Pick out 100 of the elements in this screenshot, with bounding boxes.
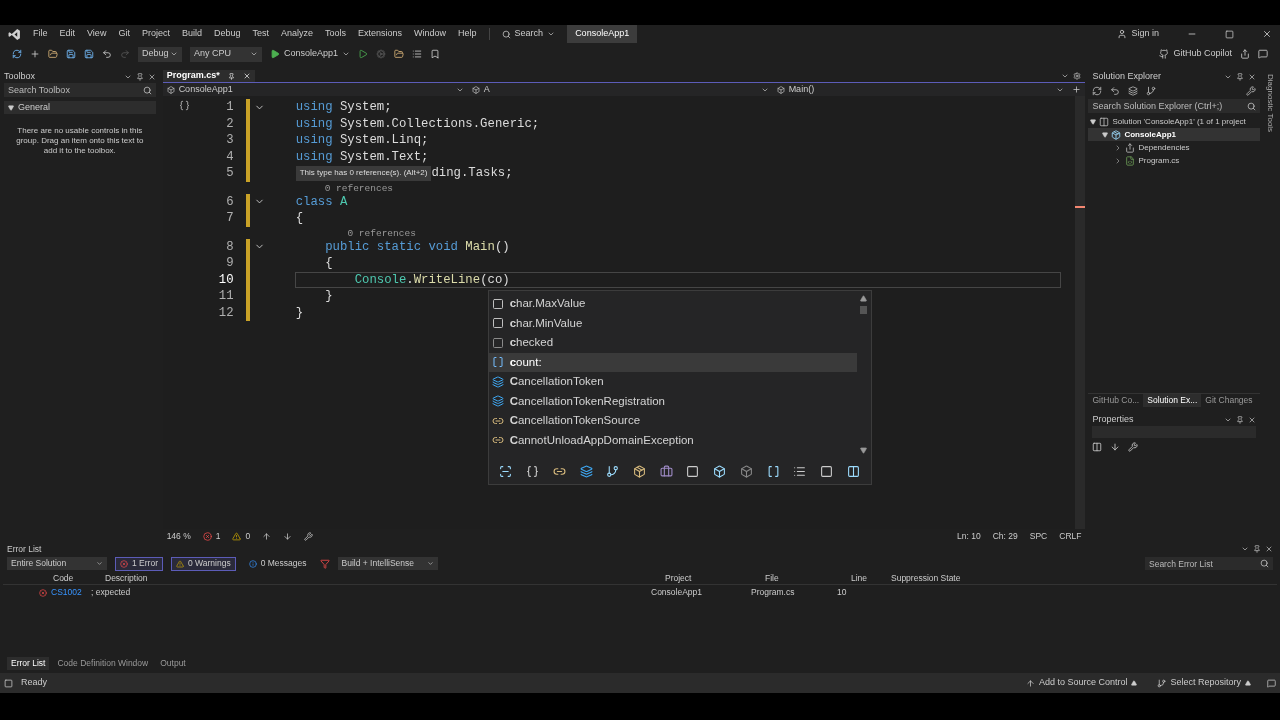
menu-item[interactable]: Window — [414, 27, 447, 41]
completion-item[interactable]: CannotUnloadAppDomainException — [488, 430, 857, 450]
search-icon[interactable] — [1247, 101, 1257, 111]
column-header[interactable]: Code — [53, 572, 105, 585]
scroll-down-icon[interactable] — [860, 447, 868, 454]
settings-icon[interactable] — [1073, 72, 1082, 80]
bookmark-icon[interactable] — [430, 49, 441, 59]
completion-item[interactable]: checked — [488, 333, 857, 353]
whitespace-mode[interactable]: SPC — [1029, 529, 1048, 543]
completion-item[interactable]: CancellationToken — [488, 372, 857, 392]
side-tab[interactable]: Diagnostic Tools — [1264, 74, 1276, 136]
properties-icon[interactable] — [1246, 86, 1257, 96]
source-dropdown[interactable]: Build + IntelliSense — [337, 557, 438, 570]
completion-item[interactable]: CancellationTokenRegistration — [488, 391, 857, 411]
toolbox-group[interactable]: General — [4, 101, 156, 114]
cleanup-icon[interactable] — [304, 531, 314, 541]
save-all-icon[interactable] — [84, 49, 94, 59]
menu-item[interactable]: Test — [252, 27, 269, 41]
panel-tab[interactable]: Error List — [7, 657, 50, 670]
column-header[interactable]: Suppression State — [891, 572, 1277, 585]
property-pages-icon[interactable] — [1128, 442, 1139, 452]
search-button[interactable]: Search — [501, 27, 556, 41]
history-icon[interactable] — [1110, 86, 1121, 96]
briefcase-filter-icon[interactable] — [659, 464, 673, 478]
menu-item[interactable]: Extensions — [358, 27, 403, 41]
search-icon[interactable] — [1260, 559, 1269, 568]
filter-toggle[interactable]: 0 Warnings — [171, 556, 236, 571]
completion-item[interactable]: char.MinValue — [488, 313, 857, 333]
share-icon[interactable] — [1240, 49, 1250, 59]
error-code-link[interactable]: CS1002 — [51, 586, 82, 599]
module-filter-icon[interactable] — [739, 464, 753, 478]
close-icon[interactable] — [1248, 72, 1257, 81]
namespace-filter-icon[interactable] — [526, 464, 540, 478]
panel-tab[interactable]: Solution Ex... — [1143, 394, 1202, 407]
open-folder-icon[interactable] — [48, 49, 58, 59]
expanded-arrow-icon[interactable] — [1102, 131, 1109, 138]
close-icon[interactable] — [1248, 415, 1257, 424]
snippet-filter-icon[interactable] — [499, 464, 513, 478]
categorized-icon[interactable] — [1092, 442, 1103, 452]
panel-tab[interactable]: Git Changes — [1201, 394, 1257, 407]
tree-item[interactable]: Dependencies — [1088, 141, 1261, 154]
parameter-filter-icon[interactable] — [766, 464, 780, 478]
connector-filter-icon[interactable] — [606, 464, 620, 478]
target-filter-icon[interactable] — [846, 464, 860, 478]
scope-dropdown[interactable]: Entire Solution — [7, 557, 107, 570]
menu-item[interactable]: Edit — [59, 27, 76, 41]
notifications-icon[interactable] — [1267, 678, 1276, 688]
new-item-icon[interactable] — [30, 49, 40, 59]
field-filter-icon[interactable] — [686, 464, 700, 478]
collapse-all-icon[interactable] — [1128, 86, 1139, 96]
repository-button[interactable]: Select Repository — [1157, 676, 1251, 690]
configuration-dropdown[interactable]: Debug — [138, 46, 182, 62]
tree-item[interactable]: Solution 'ConsoleApp1' (1 of 1 project — [1088, 115, 1261, 128]
completion-item[interactable]: count: — [488, 352, 857, 372]
close-icon[interactable] — [242, 72, 251, 80]
pin-icon[interactable] — [1236, 415, 1245, 424]
close-icon[interactable] — [147, 72, 156, 81]
menu-item[interactable]: Debug — [213, 27, 241, 41]
panel-tab[interactable]: Code Definition Window — [53, 657, 153, 670]
column-header[interactable]: Project — [665, 572, 765, 585]
undo-icon[interactable] — [102, 49, 112, 59]
search-icon[interactable] — [142, 85, 152, 95]
completion-item[interactable]: CancellationTokenSource — [488, 411, 857, 431]
codelens-text[interactable]: 0 references — [324, 181, 394, 194]
copilot-button[interactable]: GitHub Copilot — [1159, 47, 1232, 61]
expanded-arrow-icon[interactable] — [1090, 118, 1097, 125]
list-filter-icon[interactable] — [793, 464, 807, 478]
menu-item[interactable]: Help — [458, 27, 477, 41]
column-header[interactable]: Line — [851, 572, 891, 585]
start-without-debugging-icon[interactable] — [358, 49, 369, 59]
menu-item[interactable]: Build — [181, 27, 202, 41]
menu-item[interactable]: Git — [118, 27, 130, 41]
feedback-icon[interactable] — [1258, 49, 1268, 59]
panel-tab[interactable]: GitHub Co... — [1088, 394, 1144, 407]
sort-icon[interactable] — [1110, 442, 1121, 452]
tree-item[interactable]: ConsoleApp1 — [1088, 128, 1261, 141]
completion-item[interactable]: char.MaxValue — [488, 294, 857, 314]
folder-icon[interactable] — [394, 49, 405, 59]
source-control-button[interactable]: Add to Source Control — [1025, 676, 1138, 690]
package-filter-icon[interactable] — [633, 464, 646, 478]
line-ending[interactable]: CRLF — [1059, 529, 1082, 543]
scroll-up-icon[interactable] — [860, 295, 868, 302]
sign-in-button[interactable]: Sign in — [1117, 27, 1159, 41]
split-icon[interactable] — [1072, 85, 1082, 94]
cube-filter-icon[interactable] — [713, 464, 727, 478]
pin-icon[interactable] — [1253, 545, 1261, 553]
scrollbar-thumb[interactable] — [860, 306, 868, 314]
next-icon[interactable] — [283, 531, 293, 541]
previous-icon[interactable] — [262, 531, 272, 541]
warning-count[interactable]: 0 — [232, 529, 251, 543]
layers-filter-icon[interactable] — [579, 464, 593, 478]
navigation-dropdown[interactable]: Main() — [772, 82, 1069, 97]
menu-item[interactable]: File — [33, 27, 48, 41]
page-filter-icon[interactable] — [819, 464, 833, 478]
navigation-dropdown[interactable]: A — [467, 82, 773, 97]
line-position[interactable]: Ln: 10 — [957, 529, 981, 543]
start-button[interactable]: ConsoleApp1 — [270, 47, 351, 61]
codelens-text[interactable]: 0 references — [324, 226, 416, 239]
column-position[interactable]: Ch: 29 — [992, 529, 1018, 543]
filter-icon[interactable] — [319, 558, 330, 569]
